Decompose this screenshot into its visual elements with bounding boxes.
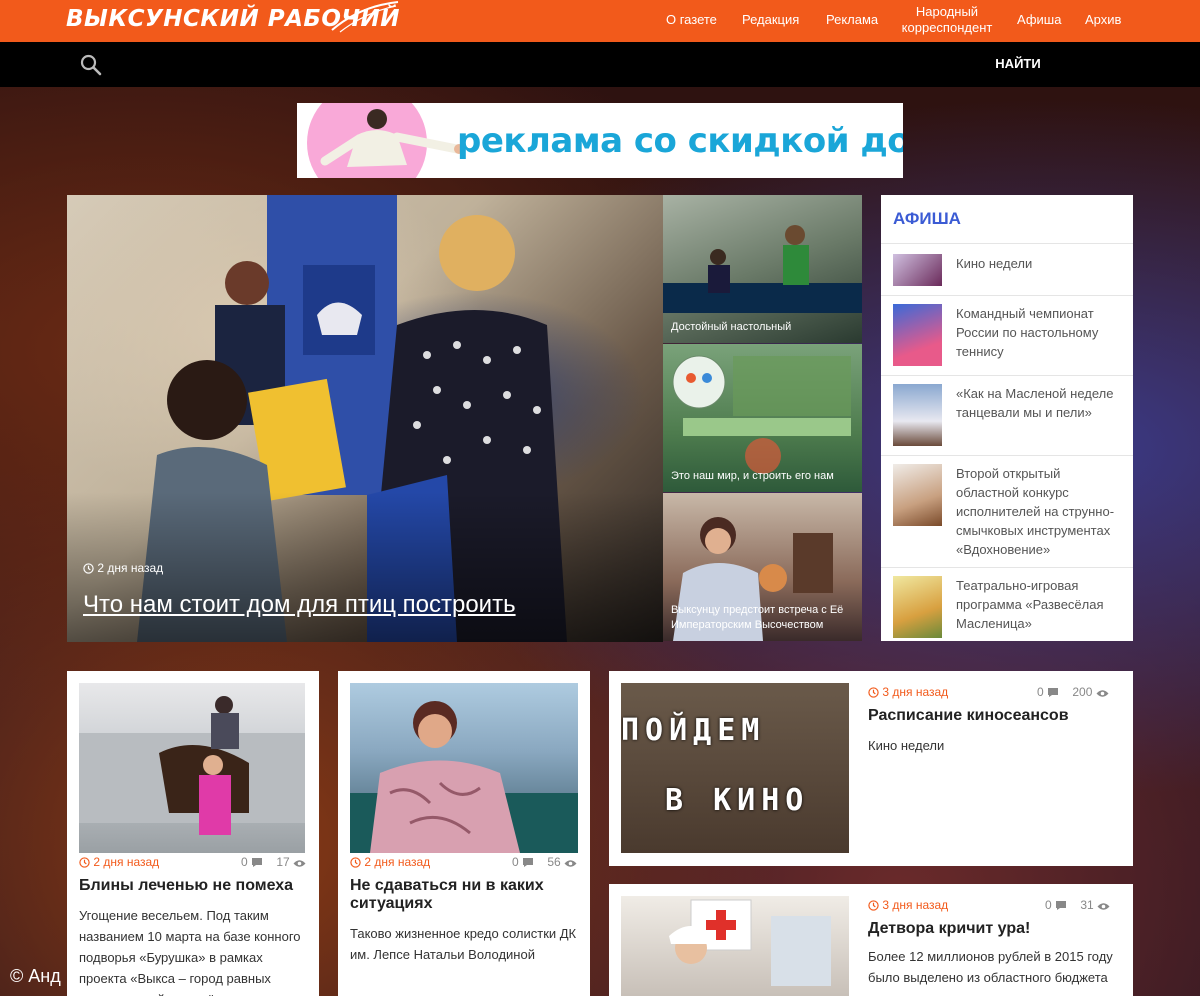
nav-item-about[interactable]: О газете: [666, 12, 717, 28]
afisha-thumb: [893, 304, 942, 366]
comment-count: 0: [1045, 898, 1052, 912]
nav-item-archive[interactable]: Архив: [1085, 12, 1121, 28]
photo-copyright: © Анд: [10, 966, 61, 986]
nav-item-afisha[interactable]: Афиша: [1017, 12, 1061, 28]
view-count: 200: [1072, 685, 1093, 699]
comment-icon[interactable]: [1055, 900, 1067, 911]
news-card-image: [79, 683, 305, 853]
afisha-item[interactable]: Командный чемпионат России по настольном…: [881, 295, 1133, 373]
news-card-photo: [79, 696, 305, 835]
view-count: 31: [1080, 898, 1094, 912]
view-count: 17: [276, 855, 290, 869]
news-card-excerpt: Угощение весельем. Под таким названием 1…: [79, 908, 301, 996]
side-tile-caption: Это наш мир, и строить его нам: [671, 470, 834, 482]
nav-item-correspondent[interactable]: Народный корреспондент: [900, 4, 994, 36]
clock-icon: [79, 857, 90, 868]
news-card-image: ПОЙДЕМ В КИНО: [621, 683, 849, 853]
comment-icon[interactable]: [1047, 687, 1059, 698]
nav-item-correspondent-line2: корреспондент: [901, 20, 993, 35]
search-button[interactable]: НАЙТИ: [985, 52, 1051, 76]
eye-icon: [293, 860, 306, 867]
news-card-image: [350, 683, 578, 853]
news-card-photo: [669, 899, 831, 986]
afisha-item[interactable]: Второй открытый областной конкурс исполн…: [881, 455, 1133, 567]
nav-item-editorial[interactable]: Редакция: [742, 12, 799, 28]
clock-icon: [868, 900, 879, 911]
search-icon[interactable]: [80, 54, 102, 76]
hero-title[interactable]: Что нам стоит дом для птиц построить: [83, 591, 516, 619]
search-input[interactable]: [120, 50, 960, 78]
news-card-time-label: 3 дня назад: [882, 898, 949, 912]
news-card-excerpt: Кино недели: [868, 738, 945, 753]
eye-icon: [1097, 903, 1110, 910]
hero-time: 2 дня назад: [83, 561, 163, 575]
news-card-title[interactable]: Блины леченью не помеха: [79, 877, 307, 895]
afisha-item-text: Кино недели: [956, 256, 1033, 271]
news-card-photo: [350, 701, 578, 853]
news-card-image-text: В КИНО: [665, 783, 810, 818]
logo-swoosh-icon: [331, 1, 399, 33]
news-card[interactable]: 2 дня назад 0 56 Не сдаваться ни в каких…: [338, 671, 590, 996]
afisha-thumb: [893, 576, 942, 638]
view-count: 56: [547, 855, 561, 869]
afisha-title[interactable]: АФИША: [893, 209, 961, 229]
news-card-title[interactable]: Не сдаваться ни в каких ситуациях: [350, 877, 578, 913]
banner-woman-illustration: [320, 109, 464, 167]
comment-icon[interactable]: [522, 857, 534, 868]
clock-icon: [350, 857, 361, 868]
news-card-title[interactable]: Расписание киносеансов: [868, 707, 1118, 725]
news-card-counts: 0 31: [1045, 898, 1110, 912]
news-card[interactable]: 2 дня назад 0 17 Блины леченью не помеха…: [67, 671, 319, 996]
news-card-time-label: 2 дня назад: [364, 855, 431, 869]
news-card-time-label: 2 дня назад: [93, 855, 160, 869]
afisha-thumb: [893, 254, 942, 286]
news-card-title[interactable]: Детвора кричит ура!: [868, 920, 1118, 938]
afisha-item[interactable]: «Как на Масленой неделе танцевали мы и п…: [881, 375, 1133, 453]
news-card[interactable]: 3 дня назад 0 31 Детвора кричит ура! Бол…: [609, 884, 1133, 996]
news-card-time: 2 дня назад: [79, 855, 159, 869]
comment-count: 0: [241, 855, 248, 869]
news-card-time: 3 дня назад: [868, 898, 948, 912]
side-tile-caption: Выксунцу предстоит встреча с Её Императо…: [671, 604, 844, 631]
afisha-item-text: Театрально-игровая программа «Развесёлая…: [956, 578, 1104, 631]
hero-time-label: 2 дня назад: [97, 561, 164, 575]
afisha-item[interactable]: Кино недели: [881, 243, 1133, 290]
ad-banner[interactable]: реклама со скидкой до 50%: [297, 103, 903, 178]
side-tile-our-world[interactable]: Это наш мир, и строить его нам: [663, 344, 862, 492]
news-card-time: 2 дня назад: [350, 855, 430, 869]
clock-icon: [868, 687, 879, 698]
news-card-counts: 0 17: [241, 855, 306, 869]
eye-icon: [1096, 690, 1109, 697]
news-card-image: [621, 896, 849, 996]
clock-icon: [83, 563, 94, 574]
side-tile-caption: Достойный настольный: [671, 321, 792, 333]
news-card-counts: 0 200: [1037, 685, 1109, 699]
news-card[interactable]: ПОЙДЕМ В КИНО 3 дня назад 0 200 Расписан…: [609, 671, 1133, 866]
afisha-item[interactable]: Театрально-игровая программа «Развесёлая…: [881, 567, 1133, 641]
news-card-excerpt: Таково жизненное кредо солистки ДК им. Л…: [350, 926, 577, 962]
afisha-thumb: [893, 464, 942, 526]
afisha-item-text: «Как на Масленой неделе танцевали мы и п…: [956, 386, 1114, 420]
banner-text: реклама со скидкой до 50%: [457, 121, 903, 161]
news-card-time: 3 дня назад: [868, 685, 948, 699]
afisha-item-text: Второй открытый областной конкурс исполн…: [956, 466, 1115, 557]
comment-icon[interactable]: [251, 857, 263, 868]
afisha-item-text: Командный чемпионат России по настольном…: [956, 306, 1099, 359]
eye-icon: [564, 860, 577, 867]
news-card-excerpt: Более 12 миллионов рублей в 2015 году бы…: [868, 949, 1113, 996]
news-card-image-text: ПОЙДЕМ: [621, 713, 766, 748]
side-tile-table-tennis[interactable]: Достойный настольный: [663, 195, 862, 343]
side-tile-imperial[interactable]: Выксунцу предстоит встреча с Её Императо…: [663, 493, 862, 641]
news-card-counts: 0 56: [512, 855, 577, 869]
news-card-time-label: 3 дня назад: [882, 685, 949, 699]
comment-count: 0: [1037, 685, 1044, 699]
afisha-thumb: [893, 384, 942, 446]
afisha-widget: АФИША Кино недели Командный чемпионат Ро…: [881, 195, 1133, 641]
nav-item-correspondent-line1: Народный: [915, 4, 979, 19]
comment-count: 0: [512, 855, 519, 869]
hero-feature[interactable]: 2 дня назад Что нам стоит дом для птиц п…: [67, 195, 663, 642]
nav-item-advertising[interactable]: Реклама: [826, 12, 878, 28]
